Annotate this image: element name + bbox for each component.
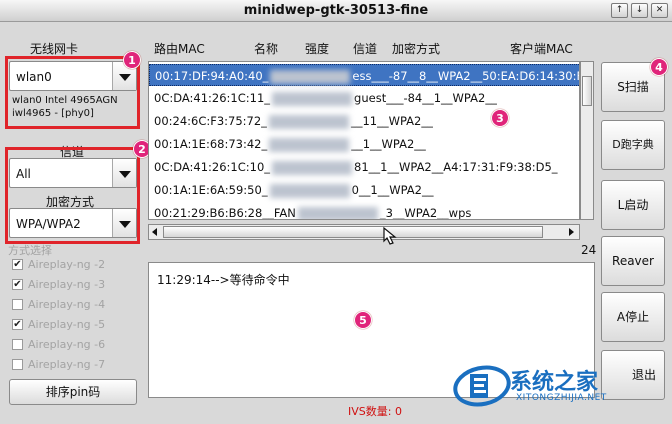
mode-checkbox-5[interactable]: ✔ Aireplay-ng -5 [12, 317, 142, 333]
checkbox-box: ✔ [12, 259, 23, 270]
mode-checkbox-3[interactable]: ✔ Aireplay-ng -3 [12, 277, 142, 293]
checkbox-box: ✔ [12, 279, 23, 290]
reaver-button[interactable]: Reaver [601, 236, 665, 286]
table-row[interactable]: 0C:DA:41:26:1C:10_ 81__1__WPA2__A4:17:31:… [149, 156, 579, 178]
table-row[interactable]: 00:17:DF:94:A0:40_ ess___-87__8__WPA2__50… [149, 64, 579, 86]
sort-pin-button[interactable]: 排序pin码 [9, 379, 137, 405]
cursor-icon [383, 226, 397, 245]
badge-1: 1 [123, 51, 141, 69]
header-channel: 信道 [353, 42, 378, 56]
dictionary-button[interactable]: D跑字典 [601, 120, 665, 170]
table-row[interactable]: 00:21:29:B6:B6:28__FAN _3__WPA2__wps [149, 202, 579, 219]
header-encryption: 加密方式 [392, 42, 441, 56]
mode-checkbox-2[interactable]: ✔ Aireplay-ng -2 [12, 257, 142, 273]
scroll-left-icon[interactable] [152, 228, 157, 236]
table-row[interactable]: 00:24:6C:F3:75:72_ __11__WPA2__ [149, 110, 579, 132]
mode-checkbox-6[interactable]: Aireplay-ng -6 [12, 337, 142, 353]
table-row[interactable]: 00:1A:1E:6A:59:50_ 0__1__WPA2__ [149, 179, 579, 201]
redacted-name [297, 206, 378, 219]
header-name: 名称 [254, 42, 279, 56]
title-bar: minidwep-gtk-30513-fine ↑ ↓ ✕ [0, 0, 672, 22]
redacted-name [268, 114, 349, 129]
window-title: minidwep-gtk-30513-fine [243, 3, 429, 18]
checkbox-box: ✔ [12, 319, 23, 330]
mode-checkbox-4[interactable]: Aireplay-ng -4 [12, 297, 142, 313]
highlight-box-1 [5, 56, 140, 129]
launch-button[interactable]: L启动 [601, 180, 665, 230]
log-line: 11:29:14-->等待命令中 [157, 273, 290, 287]
move-down-button[interactable]: ↓ [631, 3, 648, 18]
scroll-thumb[interactable] [163, 226, 543, 238]
wireless-card-label: 无线网卡 [30, 42, 79, 56]
badge-3: 3 [491, 109, 509, 127]
watermark-subtext: XITONGZHIJIA.NET [516, 393, 607, 403]
ap-count: 24 [581, 243, 597, 257]
header-client-mac: 客户端MAC [510, 42, 573, 56]
badge-4: 4 [650, 58, 668, 76]
close-button[interactable]: ✕ [651, 3, 668, 18]
mode-checkbox-7[interactable]: Aireplay-ng -7 [12, 357, 142, 373]
table-row[interactable]: 00:1A:1E:68:73:42_ __1__WPA2__ [149, 133, 579, 155]
checkbox-box [12, 339, 23, 350]
watermark-logo-icon [453, 365, 511, 407]
scroll-thumb[interactable] [582, 76, 592, 106]
redacted-name [269, 137, 350, 152]
ap-list[interactable]: 00:17:DF:94:A0:40_ ess___-87__8__WPA2__50… [148, 61, 580, 220]
scroll-right-icon[interactable] [569, 228, 574, 236]
move-up-button[interactable]: ↑ [611, 3, 628, 18]
redacted-name [272, 160, 353, 175]
mode-select-label: 方式选择 [8, 244, 52, 257]
horizontal-scrollbar[interactable] [148, 224, 580, 240]
watermark-text: 系统之家 [510, 370, 599, 395]
highlight-box-2 [5, 147, 140, 244]
ivs-count: IVS数量: 0 [348, 405, 402, 418]
redacted-name [270, 69, 351, 84]
checkbox-box [12, 299, 23, 310]
table-row[interactable]: 0C:DA:41:26:1C:11_ guest___-84__1__WPA2__ [149, 87, 579, 109]
stop-button[interactable]: A停止 [601, 292, 665, 342]
badge-5: 5 [354, 311, 372, 329]
header-router-mac: 路由MAC [154, 42, 205, 56]
vertical-scrollbar[interactable] [580, 61, 594, 220]
header-strength: 强度 [305, 42, 330, 56]
checkbox-box [12, 359, 23, 370]
watermark: 系统之家 XITONGZHIJIA.NET [452, 362, 662, 412]
redacted-name [272, 91, 353, 106]
redacted-name [269, 183, 350, 198]
